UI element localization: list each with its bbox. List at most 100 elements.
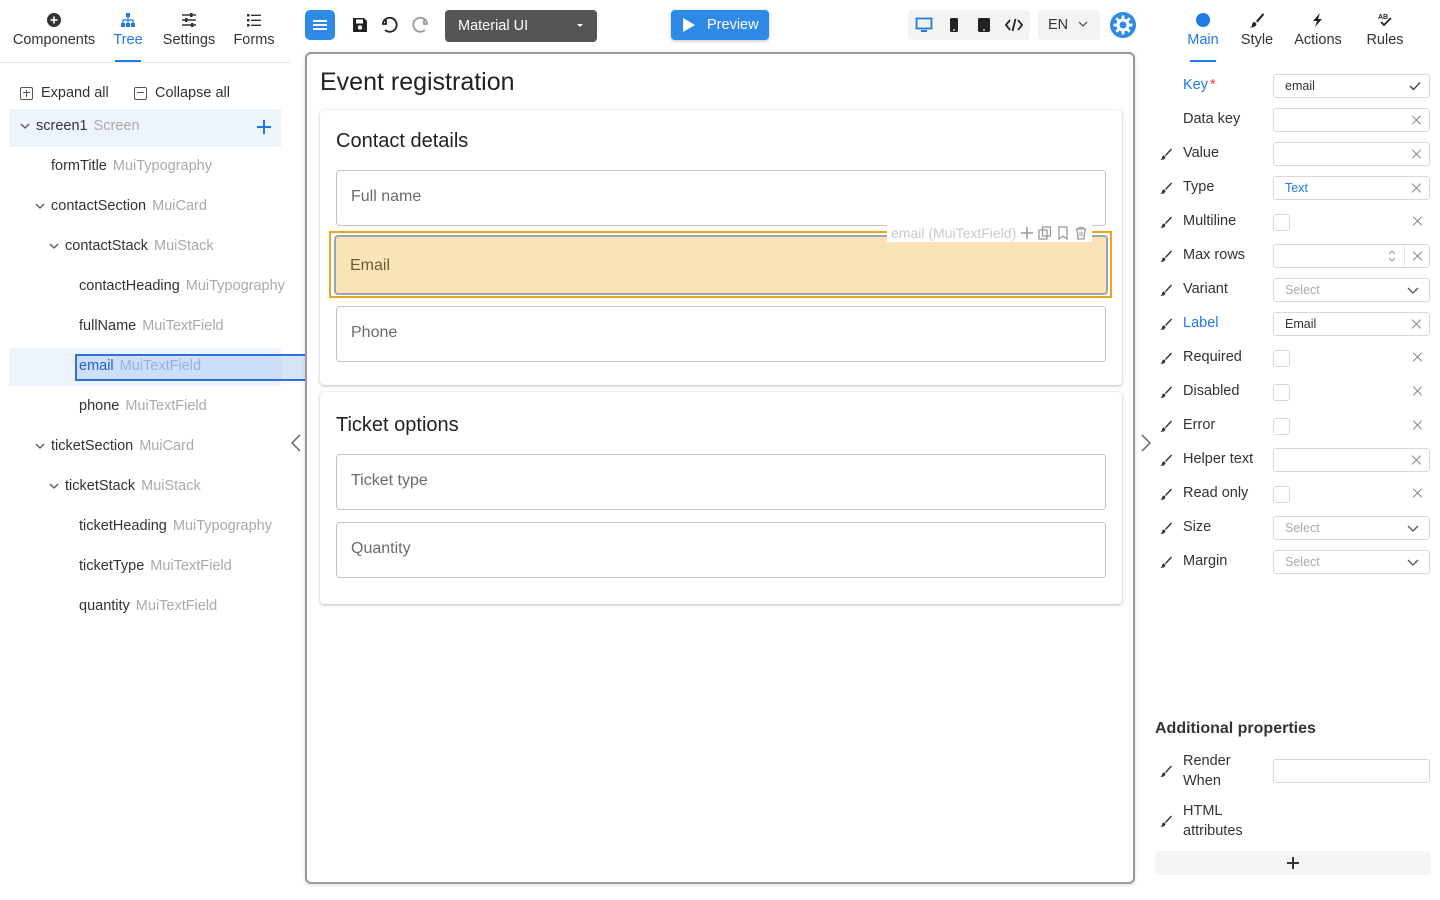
tree-node-contactstack[interactable]: contactStack MuiStack	[49, 234, 214, 258]
brush-icon[interactable]	[1160, 182, 1172, 194]
brush-icon[interactable]	[1160, 765, 1172, 777]
brush-icon[interactable]	[1160, 815, 1172, 827]
key-input[interactable]: email	[1273, 74, 1430, 98]
brush-icon[interactable]	[1160, 386, 1172, 398]
tree-node-phone[interactable]: phone MuiTextField	[79, 394, 207, 418]
desktop-view-button[interactable]	[912, 10, 936, 40]
add-icon[interactable]	[1020, 226, 1034, 240]
tree-node-name: email	[79, 358, 114, 374]
phone-label: Phone	[351, 324, 398, 341]
ticket-section-card[interactable]: Ticket options Ticket type Quantity	[320, 392, 1122, 604]
stepper-icon[interactable]	[1387, 248, 1397, 264]
required-checkbox[interactable]	[1273, 350, 1290, 367]
brush-icon[interactable]	[1160, 284, 1172, 296]
redo-button[interactable]	[407, 10, 433, 40]
tablet-view-button[interactable]	[972, 10, 996, 40]
tab-rules[interactable]: AB Rules	[1365, 0, 1405, 62]
tree-node-ticketsection[interactable]: ticketSection MuiCard	[35, 434, 194, 458]
tree-node-formtitle[interactable]: formTitle MuiTypography	[51, 154, 212, 178]
phone-field[interactable]: Phone	[336, 306, 1106, 362]
theme-select[interactable]: Material UI	[445, 10, 597, 42]
menu-button[interactable]	[305, 10, 335, 40]
save-button[interactable]	[347, 10, 373, 40]
quantity-field[interactable]: Quantity	[336, 522, 1106, 578]
tree-node-contactheading[interactable]: contactHeading MuiTypography	[79, 274, 285, 298]
helper-text-input[interactable]	[1273, 448, 1430, 472]
error-checkbox[interactable]	[1273, 418, 1290, 435]
tab-components[interactable]: Components	[6, 0, 102, 62]
clear-icon[interactable]	[1411, 149, 1421, 159]
brush-icon[interactable]	[1160, 522, 1172, 534]
value-input[interactable]	[1273, 142, 1430, 166]
collapse-all-button[interactable]: Collapse all	[134, 82, 230, 104]
label-input[interactable]: Email	[1273, 312, 1430, 336]
clear-icon[interactable]	[1412, 251, 1422, 261]
ticket-heading[interactable]: Ticket options	[336, 414, 459, 437]
tree-node-screen1[interactable]: screen1 Screen	[20, 114, 140, 138]
brush-icon[interactable]	[1160, 352, 1172, 364]
read-only-checkbox[interactable]	[1273, 486, 1290, 503]
tab-actions[interactable]: Actions	[1293, 0, 1343, 62]
form-title[interactable]: Event registration	[320, 68, 515, 97]
brush-icon[interactable]	[1160, 318, 1172, 330]
tab-style[interactable]: Style	[1237, 0, 1277, 62]
theme-settings-button[interactable]	[1110, 12, 1136, 38]
tree-node-tickettype[interactable]: ticketType MuiTextField	[79, 554, 232, 578]
multiline-checkbox[interactable]	[1273, 214, 1290, 231]
tab-main-label: Main	[1187, 32, 1219, 48]
clear-icon[interactable]	[1411, 455, 1421, 465]
tree-node-contactsection[interactable]: contactSection MuiCard	[35, 194, 207, 218]
brush-icon[interactable]	[1160, 488, 1172, 500]
tree-node-ticketheading[interactable]: ticketHeading MuiTypography	[79, 514, 272, 538]
brush-icon[interactable]	[1160, 420, 1172, 432]
collapse-left-panel-icon[interactable]	[290, 434, 302, 452]
clear-icon[interactable]	[1411, 319, 1421, 329]
copy-icon[interactable]	[1038, 226, 1052, 240]
undo-button[interactable]	[377, 10, 403, 40]
clear-icon[interactable]	[1411, 115, 1421, 125]
preview-button[interactable]: Preview	[671, 10, 769, 40]
max-rows-stepper[interactable]	[1273, 244, 1430, 268]
margin-select[interactable]: Select	[1273, 550, 1430, 574]
add-screen-button[interactable]	[257, 120, 271, 134]
ticket-type-field[interactable]: Ticket type	[336, 454, 1106, 510]
tab-settings[interactable]: Settings	[158, 0, 220, 62]
clear-icon[interactable]	[1412, 488, 1422, 498]
brush-icon[interactable]	[1160, 250, 1172, 262]
type-input[interactable]: Text	[1273, 176, 1430, 200]
data-key-input[interactable]	[1273, 108, 1430, 132]
size-select[interactable]: Select	[1273, 516, 1430, 540]
render-when-input[interactable]	[1273, 759, 1430, 783]
contact-heading[interactable]: Contact details	[336, 130, 468, 153]
tab-tree[interactable]: Tree	[108, 0, 148, 62]
clear-icon[interactable]	[1412, 216, 1422, 226]
code-view-button[interactable]	[1002, 10, 1026, 40]
expand-all-button[interactable]: Expand all	[20, 82, 109, 104]
check-icon[interactable]	[1409, 81, 1421, 91]
variant-select[interactable]: Select	[1273, 278, 1430, 302]
tab-forms[interactable]: Forms	[228, 0, 280, 62]
tree-node-ticketstack[interactable]: ticketStack MuiStack	[49, 474, 201, 498]
tree-node-quantity[interactable]: quantity MuiTextField	[79, 594, 217, 618]
clear-icon[interactable]	[1412, 420, 1422, 430]
brush-icon[interactable]	[1160, 454, 1172, 466]
add-property-button[interactable]	[1155, 851, 1430, 875]
brush-icon[interactable]	[1160, 556, 1172, 568]
tab-main[interactable]: Main	[1183, 0, 1223, 62]
brush-icon[interactable]	[1160, 148, 1172, 160]
disabled-checkbox[interactable]	[1273, 384, 1290, 401]
mobile-view-button[interactable]	[942, 10, 966, 40]
trash-icon[interactable]	[1074, 226, 1088, 240]
tree-node-email[interactable]: email MuiTextField	[79, 354, 201, 378]
collapse-icon	[134, 86, 147, 100]
tree-node-fullname[interactable]: fullName MuiTextField	[79, 314, 224, 338]
form-canvas[interactable]: Event registration Contact details Full …	[305, 52, 1135, 884]
full-name-field[interactable]: Full name	[336, 170, 1106, 226]
collapse-right-panel-icon[interactable]	[1140, 434, 1152, 452]
language-select[interactable]: EN	[1038, 10, 1100, 40]
brush-icon[interactable]	[1160, 216, 1172, 228]
bookmark-icon[interactable]	[1056, 226, 1070, 240]
clear-icon[interactable]	[1412, 386, 1422, 396]
clear-icon[interactable]	[1412, 352, 1422, 362]
clear-icon[interactable]	[1411, 183, 1421, 193]
